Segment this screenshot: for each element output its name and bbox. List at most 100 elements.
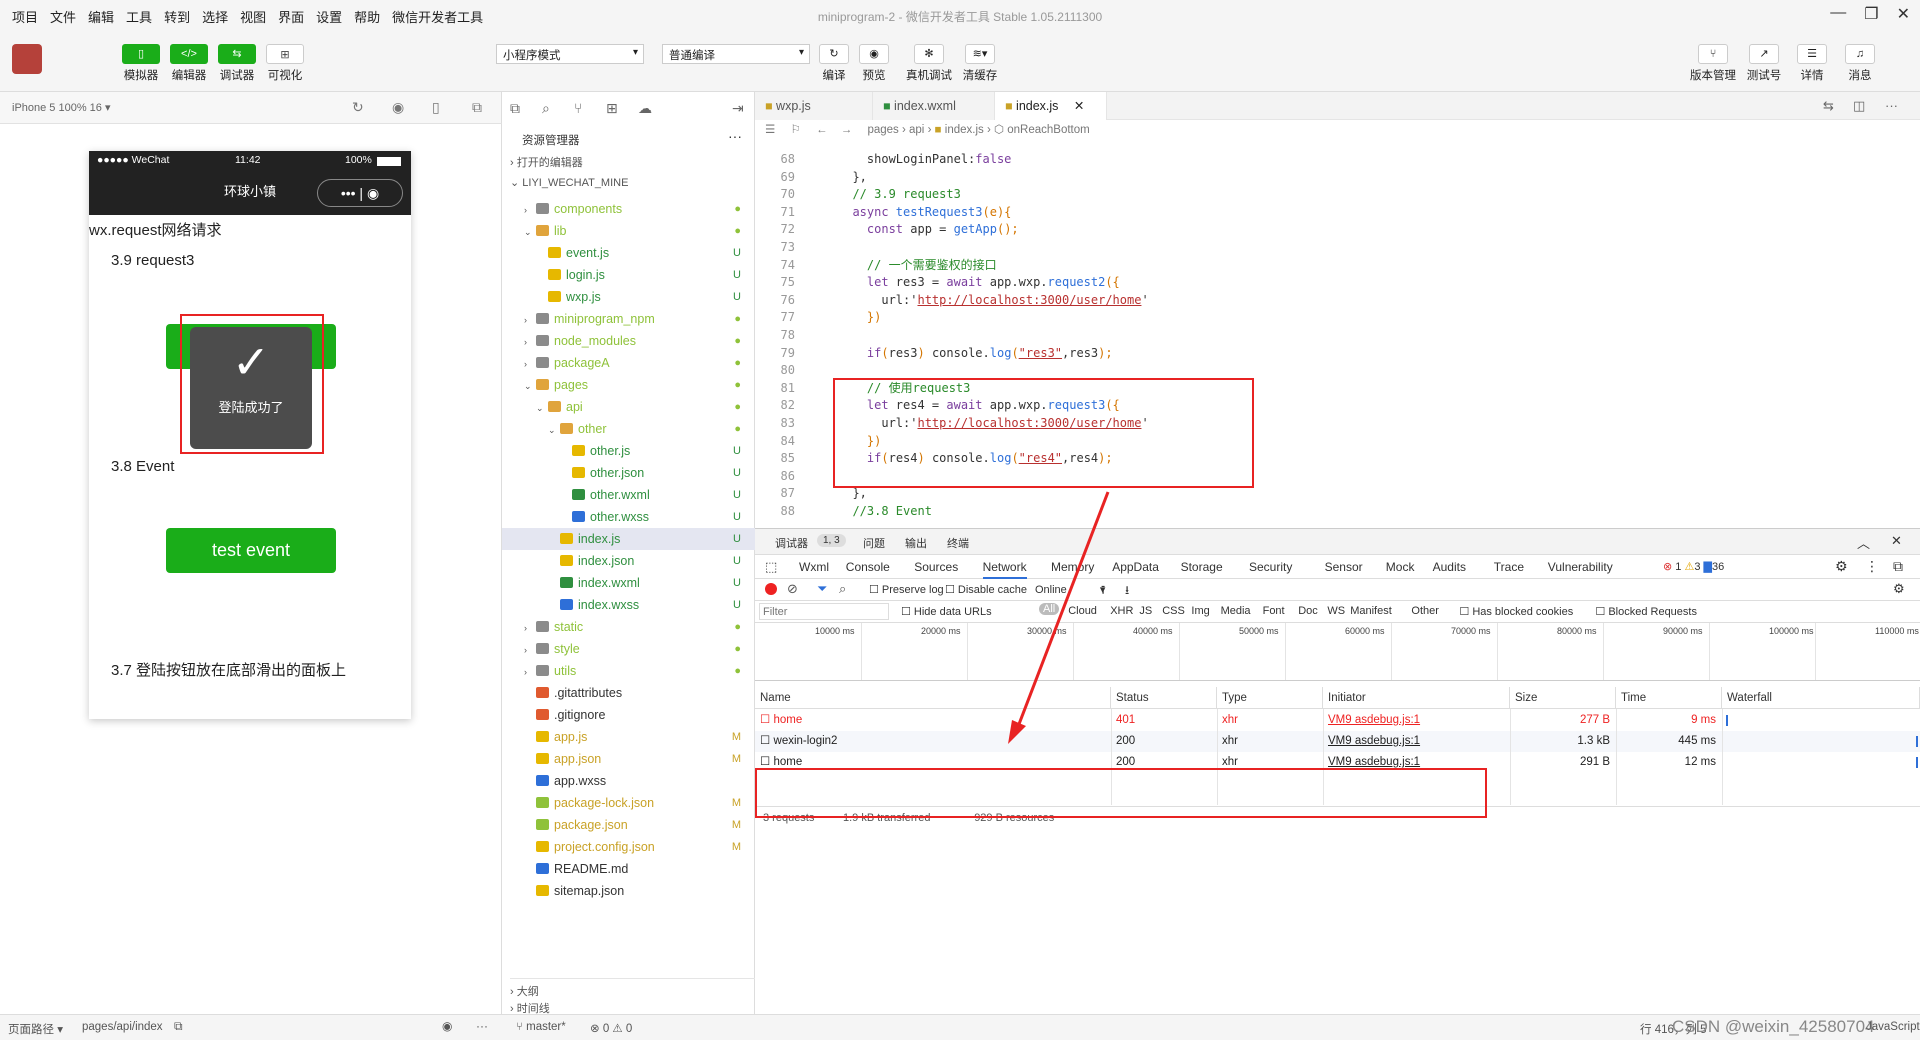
tree-item[interactable]: app.json M [502,748,755,770]
project-root[interactable]: ⌄ LIYI_WECHAT_MINE [510,176,628,189]
type-filter[interactable]: CSS [1162,605,1185,617]
device-icon[interactable]: ▯ [432,99,440,116]
type-filter[interactable]: JS [1139,605,1152,617]
tree-item[interactable]: index.wxss U [502,594,755,616]
tree-item[interactable]: ⌄ other ● [502,418,755,440]
table-row[interactable]: ☐ home 200 xhr VM9 asdebug.js:1 291 B 12 ms [755,752,1920,773]
tab-audits[interactable]: Audits [1433,560,1466,574]
type-filter[interactable]: WS [1327,605,1345,617]
tree-item[interactable]: › utils ● [502,660,755,682]
tab-vulnerability[interactable]: Vulnerability [1548,560,1613,574]
column-header[interactable]: Size [1510,687,1616,709]
tree-item[interactable]: › node_modules ● [502,330,755,352]
tree-item[interactable]: › miniprogram_npm ● [502,308,755,330]
tree-item[interactable]: ⌄ api ● [502,396,755,418]
settings-icon[interactable]: ⚙ [1893,581,1905,597]
debugger-button[interactable]: ⇆ 调试器 [212,44,262,83]
table-row[interactable]: ☐ wexin-login2 200 xhr VM9 asdebug.js:1 1.3 … [755,731,1920,752]
tree-item[interactable]: sitemap.json [502,880,755,902]
tree-item[interactable]: › static ● [502,616,755,638]
tree-item[interactable]: › style ● [502,638,755,660]
minimize-icon[interactable]: — [1830,4,1846,24]
console-counts[interactable]: ⊗ 1 ⚠3 ▇36 [1663,560,1724,573]
maximize-icon[interactable]: ❐ [1864,4,1878,24]
type-filter[interactable]: Manifest [1350,605,1392,617]
tab-index-wxml[interactable]: ■ index.wxml [873,92,995,120]
dock-icon[interactable]: ⧉ [1893,558,1903,575]
tab-sensor[interactable]: Sensor [1325,560,1363,574]
tree-item[interactable]: login.js U [502,264,755,286]
messages-button[interactable]: ♫ 消息 [1838,44,1882,83]
blocked-requests-checkbox[interactable]: ☐ Blocked Requests [1595,605,1697,618]
type-filter[interactable]: Font [1263,605,1285,617]
list-icon[interactable]: ☰ [765,124,775,136]
tree-item[interactable]: event.js U [502,242,755,264]
tab-console[interactable]: Console [846,560,890,574]
tree-item[interactable]: README.md [502,858,755,880]
more-icon[interactable]: ••• [341,185,356,201]
tab-terminal[interactable]: 终端 [947,535,969,551]
outline-section[interactable]: › 大纲 [510,978,755,999]
tree-item[interactable]: project.config.json M [502,836,755,858]
tab-index-js[interactable]: ■ index.js ✕ [995,92,1107,120]
files-icon[interactable]: ⧉ [510,100,520,117]
cell-initiator[interactable]: VM9 asdebug.js:1 [1323,710,1510,730]
compare-icon[interactable]: ⇆ [1823,98,1834,114]
type-filter[interactable]: Doc [1298,605,1318,617]
record-icon[interactable]: ◉ [367,185,379,201]
git-icon[interactable]: ⑂ [574,100,582,116]
search-icon[interactable]: ⌕ [542,100,550,117]
tab-debugger[interactable]: 调试器 [775,535,808,551]
filter-input[interactable] [759,603,889,620]
visual-button[interactable]: ⊞ 可视化 [260,44,310,83]
tab-problems[interactable]: 问题 [863,535,885,551]
tree-item[interactable]: index.json U [502,550,755,572]
tab-trace[interactable]: Trace [1494,560,1524,574]
extensions-icon[interactable]: ⊞ [606,100,618,117]
tree-item[interactable]: app.js M [502,726,755,748]
tab-output[interactable]: 输出 [905,535,927,551]
copy-icon[interactable]: ⧉ [174,1019,183,1034]
collapse-icon[interactable]: ︿ [1857,533,1870,552]
version-button[interactable]: ⑂ 版本管理 [1686,44,1740,83]
cell-initiator[interactable]: VM9 asdebug.js:1 [1323,731,1510,751]
tree-item[interactable]: › components ● [502,198,755,220]
language-mode[interactable]: JavaScript [1866,1021,1920,1033]
page-path-select[interactable]: 页面路径 ▾ [8,1021,63,1037]
simulator-button[interactable]: ▯ 模拟器 [116,44,166,83]
tree-item[interactable]: › packageA ● [502,352,755,374]
tree-item[interactable]: other.json U [502,462,755,484]
tree-item[interactable]: other.wxss U [502,506,755,528]
tree-item[interactable]: app.wxss [502,770,755,792]
back-icon[interactable]: ← [816,124,828,136]
split-icon[interactable]: ⇥ [732,100,744,117]
tree-item[interactable]: ⌄ lib ● [502,220,755,242]
tree-item[interactable]: .gitattributes [502,682,755,704]
split-editor-icon[interactable]: ◫ [1853,98,1865,114]
type-filter[interactable]: Other [1411,605,1439,617]
git-branch[interactable]: ⑂ master* [516,1021,566,1033]
blocked-cookies-checkbox[interactable]: ☐ Has blocked cookies [1459,605,1573,618]
forward-icon[interactable]: → [841,124,853,136]
clear-cache-button[interactable]: ≋▾ 清缓存 [956,44,1004,83]
cloud-icon[interactable]: ☁ [638,100,652,117]
hide-data-urls-checkbox[interactable]: ☐ Hide data URLs [901,605,992,618]
remote-debug-button[interactable]: ✻ 真机调试 [902,44,956,83]
open-editors[interactable]: › 打开的编辑器 [510,154,583,170]
compile-button[interactable]: ↻ 编译 [812,44,856,83]
table-row[interactable]: ☐ home 401 xhr VM9 asdebug.js:1 277 B9 ms [755,710,1920,731]
capsule-menu[interactable]: ••• | ◉ [317,179,403,207]
inspect-icon[interactable]: ⬚ [765,559,777,575]
tree-item[interactable]: ⌄ pages ● [502,374,755,396]
close-icon[interactable]: ✕ [1897,4,1910,24]
filter-icon[interactable]: ⏷ [817,581,827,597]
test-event-button[interactable]: test event [166,528,336,573]
more-icon[interactable]: ··· [728,128,742,144]
tree-item[interactable]: package-lock.json M [502,792,755,814]
avatar[interactable] [12,44,42,74]
stop-icon[interactable]: ◉ [392,99,404,116]
more-icon[interactable]: ··· [476,1019,488,1033]
tree-item[interactable]: package.json M [502,814,755,836]
tree-item[interactable]: .gitignore [502,704,755,726]
type-filter[interactable]: Img [1191,605,1209,617]
